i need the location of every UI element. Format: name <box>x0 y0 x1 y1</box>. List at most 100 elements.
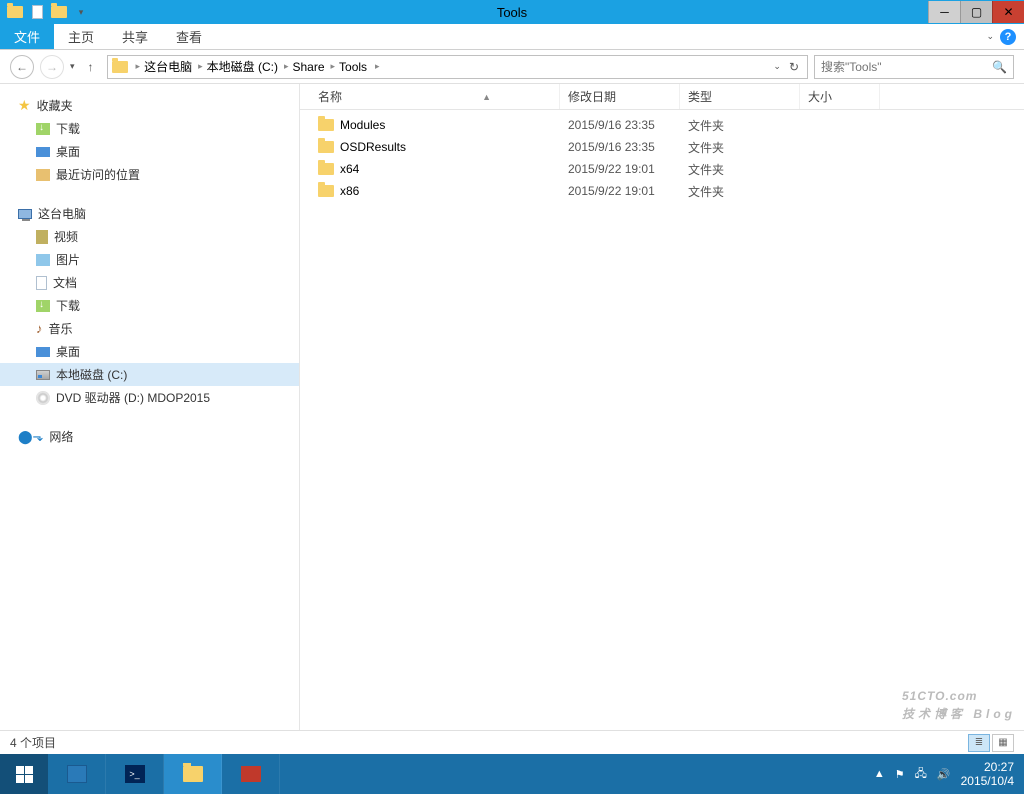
maximize-button[interactable]: ▢ <box>960 1 992 23</box>
nav-label: 下载 <box>56 120 80 137</box>
details-view-button[interactable]: ≣ <box>968 734 990 752</box>
nav-documents[interactable]: 文档 <box>0 271 299 294</box>
this-pc-group[interactable]: 这台电脑 <box>0 202 299 225</box>
folder-icon <box>318 185 334 197</box>
title-bar: ▾ Tools ─ ▢ ✕ <box>0 0 1024 24</box>
file-date: 2015/9/16 23:35 <box>560 140 680 154</box>
icons-view-button[interactable]: ▦ <box>992 734 1014 752</box>
file-type: 文件夹 <box>680 161 800 178</box>
address-folder-icon <box>112 61 128 73</box>
window-controls: ─ ▢ ✕ <box>928 1 1024 23</box>
nav-downloads[interactable]: 下载 <box>0 117 299 140</box>
file-row[interactable]: x64 2015/9/22 19:01 文件夹 <box>300 158 1024 180</box>
tray-flag-icon[interactable]: ⚑ <box>895 768 905 781</box>
task-server-manager[interactable] <box>48 754 106 794</box>
network-group[interactable]: ⬤⬎网络 <box>0 425 299 448</box>
nav-downloads-2[interactable]: 下载 <box>0 294 299 317</box>
task-powershell[interactable]: >_ <box>106 754 164 794</box>
up-button[interactable]: ↑ <box>81 57 101 77</box>
column-type[interactable]: 类型 <box>680 84 800 109</box>
forward-button[interactable]: → <box>40 55 64 79</box>
crumb-label: 这台电脑 <box>144 58 192 75</box>
address-bar[interactable]: ▸这台电脑 ▸本地磁盘 (C:) ▸Share ▸Tools▸ ⌄ ↻ <box>107 55 808 79</box>
nav-desktop[interactable]: 桌面 <box>0 140 299 163</box>
qat-new-folder-icon[interactable] <box>50 3 68 21</box>
system-tray: ▲ ⚑ 🖧 🔊 20:27 2015/10/4 <box>874 760 1024 788</box>
windows-logo-icon <box>16 766 33 783</box>
back-button[interactable]: ← <box>10 55 34 79</box>
column-name[interactable]: 名称 ▲ <box>300 84 560 109</box>
tab-view[interactable]: 查看 <box>162 24 216 49</box>
minimize-button[interactable]: ─ <box>928 1 960 23</box>
main-area: ★收藏夹 下载 桌面 最近访问的位置 这台电脑 视频 图片 文档 下载 ♪音乐 … <box>0 84 1024 730</box>
file-date: 2015/9/16 23:35 <box>560 118 680 132</box>
address-dropdown-icon[interactable]: ⌄ <box>773 61 781 72</box>
crumb-label: Tools <box>339 60 367 74</box>
nav-pictures[interactable]: 图片 <box>0 248 299 271</box>
ribbon-expand-icon[interactable]: ⌄ <box>986 31 994 42</box>
file-date: 2015/9/22 19:01 <box>560 162 680 176</box>
tray-network-icon[interactable]: 🖧 <box>915 765 927 784</box>
refresh-icon[interactable]: ↻ <box>789 60 799 74</box>
nav-music[interactable]: ♪音乐 <box>0 317 299 340</box>
this-pc-label: 这台电脑 <box>38 205 86 222</box>
start-button[interactable] <box>0 754 48 794</box>
favorites-group[interactable]: ★收藏夹 <box>0 94 299 117</box>
address-row: ← → ▾ ↑ ▸这台电脑 ▸本地磁盘 (C:) ▸Share ▸Tools▸ … <box>0 50 1024 84</box>
tray-sound-icon[interactable]: 🔊 <box>937 768 951 781</box>
explorer-icon <box>183 766 203 782</box>
crumb-tools[interactable]: ▸Tools▸ <box>329 60 382 74</box>
tab-home[interactable]: 主页 <box>54 24 108 49</box>
desktop-icon <box>36 347 50 357</box>
column-size[interactable]: 大小 <box>800 84 880 109</box>
tab-share[interactable]: 共享 <box>108 24 162 49</box>
recent-locations-icon[interactable]: ▾ <box>70 61 75 72</box>
picture-icon <box>36 254 50 266</box>
file-type: 文件夹 <box>680 139 800 156</box>
file-row[interactable]: Modules 2015/9/16 23:35 文件夹 <box>300 114 1024 136</box>
search-icon[interactable]: 🔍 <box>992 60 1007 74</box>
nav-desktop-2[interactable]: 桌面 <box>0 340 299 363</box>
qat-folder-icon[interactable] <box>6 3 24 21</box>
file-row[interactable]: OSDResults 2015/9/16 23:35 文件夹 <box>300 136 1024 158</box>
folder-icon <box>318 163 334 175</box>
search-input[interactable] <box>821 60 992 74</box>
file-row[interactable]: x86 2015/9/22 19:01 文件夹 <box>300 180 1024 202</box>
crumb-label: 本地磁盘 (C:) <box>207 58 278 75</box>
nav-videos[interactable]: 视频 <box>0 225 299 248</box>
column-label: 名称 <box>318 88 342 105</box>
task-toolbox[interactable] <box>222 754 280 794</box>
nav-label: 本地磁盘 (C:) <box>56 366 127 383</box>
status-bar: 4 个项目 ≣ ▦ <box>0 730 1024 754</box>
folder-icon <box>318 141 334 153</box>
help-icon[interactable]: ? <box>1000 29 1016 45</box>
crumb-this-pc[interactable]: ▸这台电脑 <box>134 58 195 75</box>
file-date: 2015/9/22 19:01 <box>560 184 680 198</box>
crumb-local-disk[interactable]: ▸本地磁盘 (C:) <box>196 58 280 75</box>
nav-dvd-drive[interactable]: DVD 驱动器 (D:) MDOP2015 <box>0 386 299 409</box>
crumb-share[interactable]: ▸Share <box>282 60 327 74</box>
nav-local-disk-c[interactable]: 本地磁盘 (C:) <box>0 363 299 386</box>
task-explorer[interactable] <box>164 754 222 794</box>
column-date[interactable]: 修改日期 <box>560 84 680 109</box>
nav-label: 视频 <box>54 228 78 245</box>
nav-recent[interactable]: 最近访问的位置 <box>0 163 299 186</box>
ribbon-tabs: 文件 主页 共享 查看 ⌄ ? <box>0 24 1024 50</box>
tray-notifications-icon[interactable]: ▲ <box>874 768 885 780</box>
content-pane: 名称 ▲ 修改日期 类型 大小 Modules 2015/9/16 23:35 文… <box>300 84 1024 730</box>
item-count: 4 个项目 <box>10 734 56 751</box>
download-icon <box>36 123 50 135</box>
qat-dropdown-icon[interactable]: ▾ <box>72 3 90 21</box>
sort-asc-icon: ▲ <box>482 92 491 102</box>
search-box[interactable]: 🔍 <box>814 55 1014 79</box>
dvd-icon <box>36 391 50 405</box>
nav-label: 桌面 <box>56 343 80 360</box>
nav-label: 最近访问的位置 <box>56 166 140 183</box>
file-name: OSDResults <box>340 140 406 154</box>
tray-clock[interactable]: 20:27 2015/10/4 <box>961 760 1014 788</box>
nav-label: 下载 <box>56 297 80 314</box>
close-button[interactable]: ✕ <box>992 1 1024 23</box>
file-tab[interactable]: 文件 <box>0 24 54 49</box>
qat-properties-icon[interactable] <box>28 3 46 21</box>
disk-icon <box>36 370 50 380</box>
